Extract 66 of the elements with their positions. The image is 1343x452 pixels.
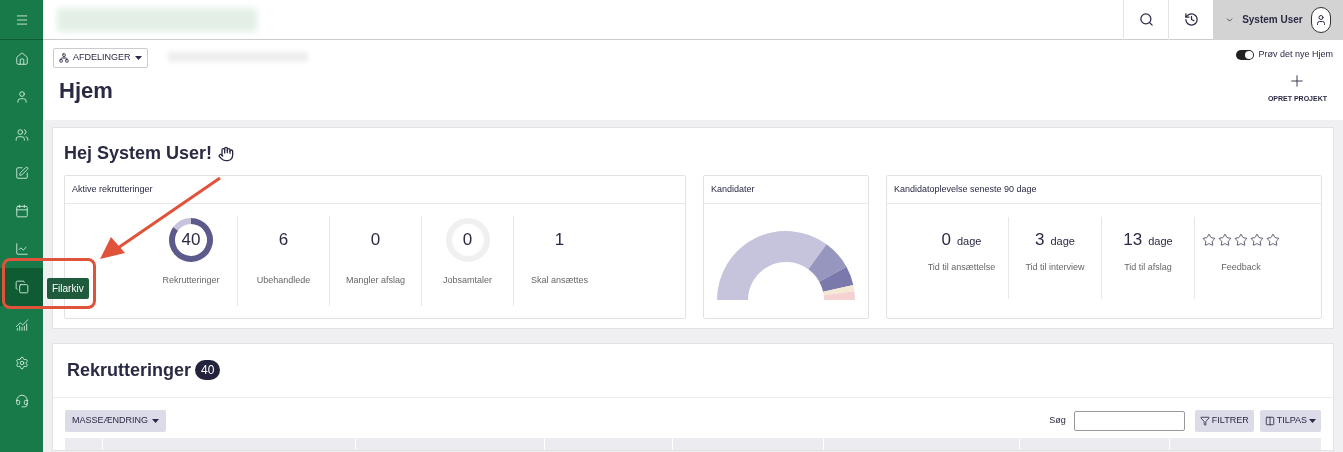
analytics-icon <box>14 318 29 332</box>
files-icon <box>14 280 29 294</box>
edit-icon <box>14 166 29 180</box>
menu-icon <box>14 12 29 27</box>
toggle-switch[interactable] <box>1236 49 1255 60</box>
search-label: Søg <box>1049 413 1066 427</box>
card-title: Aktive rekrutteringer <box>65 176 685 204</box>
stat-unit: dage <box>957 234 982 249</box>
stat-label: Jobsamtaler <box>443 274 492 287</box>
filter-button[interactable]: FILTRER <box>1194 409 1254 432</box>
stat-label: Tid til ansættelse <box>927 261 996 274</box>
star-icon <box>1218 233 1232 247</box>
calendar-icon <box>14 204 29 218</box>
stat-label: Feedback <box>1221 261 1261 274</box>
user-menu[interactable]: System User <box>1213 0 1343 40</box>
star-icon <box>1234 233 1248 247</box>
users-icon <box>14 128 29 142</box>
stat-value: 13 <box>1123 229 1143 251</box>
tooltip: Filarkiv <box>47 278 89 299</box>
star-icon <box>1250 233 1264 247</box>
history-icon <box>1183 12 1199 27</box>
user-icon <box>14 90 29 104</box>
page-title: Hjem <box>59 77 114 105</box>
bulk-edit-button[interactable]: MASSEÆNDRING <box>65 409 166 432</box>
ring-drawing <box>167 216 215 264</box>
toggle-label: Prøv det nye Hjem <box>1258 48 1333 61</box>
search-field[interactable] <box>1073 410 1185 431</box>
card-title: Kandidatoplevelse seneste 90 dage <box>887 176 1321 204</box>
settings-icon <box>14 356 29 370</box>
stat-value: 40 <box>181 229 201 252</box>
stat-value: 0 <box>462 229 473 252</box>
star-icon <box>1202 233 1216 247</box>
hierarchy-icon <box>59 53 69 63</box>
headset-icon <box>14 394 29 408</box>
department-button[interactable]: AFDELINGER <box>53 48 148 68</box>
columns-icon <box>1264 415 1275 426</box>
stat-label: Skal ansættes <box>531 274 588 287</box>
section-title: Rekrutteringer <box>67 358 192 382</box>
stat-label: Mangler afslag <box>345 274 405 287</box>
count-badge: 40 <box>195 360 221 380</box>
stat-label: Ubehandlede <box>256 274 311 287</box>
stat-value: 0 <box>941 229 951 251</box>
caret-icon <box>134 56 142 60</box>
stat-label: Rekrutteringer <box>162 274 220 287</box>
star-icon <box>1266 233 1280 247</box>
stat-value: 6 <box>278 229 289 252</box>
caret-icon <box>1309 418 1316 423</box>
waving-hand-icon <box>218 145 235 162</box>
stat-label: Tid til afslag <box>1124 261 1172 274</box>
stat-unit: dage <box>1050 234 1075 249</box>
card-title: Kandidater <box>704 176 868 204</box>
caret-icon <box>152 418 159 423</box>
stat-value: 0 <box>370 229 381 252</box>
welcome-title: Hej System User! <box>64 142 213 165</box>
chart-icon <box>14 242 29 256</box>
sidebar-item[interactable] <box>0 268 43 306</box>
customize-button[interactable]: TILPAS <box>1259 409 1321 432</box>
filter-icon <box>1199 415 1210 426</box>
stat-label: Tid til interview <box>1025 261 1085 274</box>
stat-value: 3 <box>1035 229 1045 251</box>
stat-value: 1 <box>554 229 565 252</box>
home-icon <box>14 52 29 66</box>
stat-unit: dage <box>1148 234 1173 249</box>
avatar-icon <box>1310 6 1331 33</box>
search-icon <box>1138 12 1154 27</box>
user-name: System User <box>1242 13 1303 27</box>
